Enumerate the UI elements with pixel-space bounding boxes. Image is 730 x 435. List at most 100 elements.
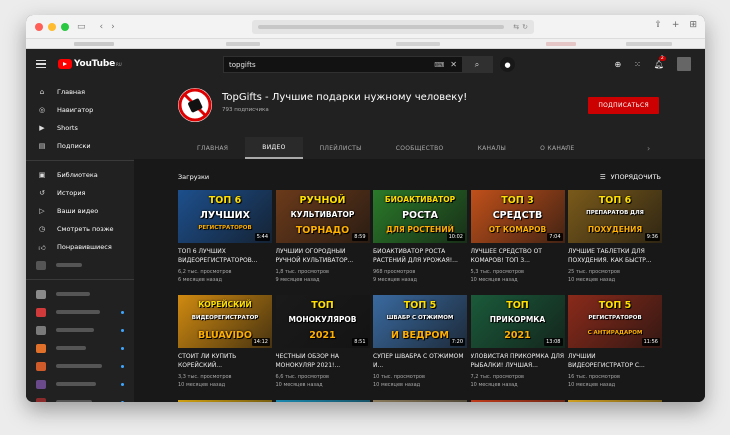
sidebar-item-your-videos[interactable]: ▷ Ваши видео bbox=[26, 202, 134, 220]
tab-3[interactable]: СООБЩЕСТВО bbox=[379, 137, 461, 159]
video-card[interactable]: ТОП 6 ЛУЧШИХ РЕГИСТРАТОРОВ 5:44 ТОП 6 ЛУЧШИХ… bbox=[178, 190, 272, 284]
video-title[interactable]: БИОАКТИВАТОР РОСТА РАСТЕНИЙ ДЛЯ УРОЖАЯ!.… bbox=[373, 248, 467, 265]
subscription-item[interactable] bbox=[26, 375, 134, 393]
video-title[interactable]: СТОИТ ЛИ КУПИТЬ КОРЕЙСКИЙ... bbox=[178, 353, 272, 370]
subscription-item[interactable] bbox=[26, 393, 134, 402]
share-icon[interactable]: ⇪ bbox=[654, 20, 662, 30]
video-card[interactable]: КОРЕЙСКИЙ ВИДЕОРЕГИСТРАТОР BLUAVIDO 14:12 СТ… bbox=[178, 295, 272, 389]
video-card[interactable]: ТОП 5 ШВАБР С ОТЖИМОМ И ВЕДРОМ 7:20 СУПЕР ШВ… bbox=[373, 295, 467, 389]
sort-button[interactable]: ☰ УПОРЯДОЧИТЬ bbox=[600, 173, 661, 181]
video-card[interactable]: ТОП 3 СРЕДСТВ ОТ КОМАРОВ 7:04 ЛУЧШЕЕ СРЕДСТВ… bbox=[470, 190, 565, 284]
create-video-icon[interactable]: ⊕ bbox=[614, 60, 621, 69]
voice-search-button[interactable]: ● bbox=[500, 57, 515, 72]
zoom-window-button[interactable] bbox=[61, 22, 69, 31]
sidebar-item-shorts[interactable]: ▶ Shorts bbox=[26, 119, 134, 137]
search-input[interactable]: topgifts ⌨ ✕ bbox=[224, 57, 462, 72]
video-title[interactable]: УЛОВИСТАЯ ПРИКОРМКА ДЛЯ РЫБАЛКИ! ЛУЧШАЯ.… bbox=[471, 353, 565, 370]
channel-avatar[interactable] bbox=[178, 88, 212, 122]
clear-search-icon[interactable]: ✕ bbox=[450, 60, 457, 69]
video-card[interactable]: ТОП 5 ЛУЧШИХВИДЕОРЕГИСТРАТОРОВ bbox=[568, 400, 662, 402]
favorite-item[interactable] bbox=[546, 42, 576, 46]
video-card[interactable]: ТОП МОНОКУЛЯРОВ 2021 8:51 ЧЕСТНЫЙ ОБЗОР НА М… bbox=[275, 295, 370, 389]
subscription-item[interactable] bbox=[26, 357, 134, 375]
subscription-item[interactable] bbox=[26, 339, 134, 357]
tab-2[interactable]: ПЛЕЙЛИСТЫ bbox=[303, 137, 379, 159]
channel-search-icon[interactable]: ⌕ bbox=[564, 143, 568, 153]
favorite-item[interactable] bbox=[74, 42, 114, 46]
favorite-item[interactable] bbox=[626, 42, 672, 46]
back-arrow-icon[interactable]: ‹ bbox=[100, 22, 104, 32]
tab-1[interactable]: ВИДЕО bbox=[245, 137, 303, 159]
video-thumbnail[interactable]: ТОП 5 ЛУЧШИХВИДЕОРЕГИСТРАТОРОВ bbox=[568, 400, 662, 402]
favorite-item[interactable] bbox=[396, 42, 440, 46]
keyboard-icon[interactable]: ⌨ bbox=[434, 61, 444, 69]
subscription-item[interactable] bbox=[26, 303, 134, 321]
sidebar-item-liked[interactable]: 👍︎ Понравившиеся bbox=[26, 238, 134, 256]
video-title[interactable]: ЛУЧШИЙ ВИДЕОРЕГИСТРАТОР С... bbox=[568, 353, 662, 370]
subscription-item[interactable] bbox=[26, 321, 134, 339]
youtube-logo[interactable]: YouTube RU bbox=[58, 59, 122, 69]
thumbnail-text: МОНОКУЛЯРОВ bbox=[288, 315, 357, 324]
subscription-item[interactable] bbox=[26, 285, 134, 303]
minimize-window-button[interactable] bbox=[48, 22, 56, 31]
video-thumbnail[interactable]: ТОП 6 ЛУЧШИХ РЕГИСТРАТОРОВ 5:44 bbox=[178, 190, 272, 243]
sidebar-item-home[interactable]: ⌂ Главная bbox=[26, 83, 134, 101]
video-thumbnail[interactable]: ТОП 6 ПРЕПАРАТОВ ДЛЯ ПОХУДЕНИЯ 9:36 bbox=[568, 190, 662, 243]
video-thumbnail[interactable]: ТОП 5 ШВАБР С ОТЖИМОМ И ВЕДРОМ 7:20 bbox=[373, 295, 467, 348]
video-title[interactable]: СУПЕР ШВАБРА С ОТЖИМОМ И... bbox=[373, 353, 467, 370]
sidebar-item-subscriptions[interactable]: ▤ Подписки bbox=[26, 137, 134, 155]
close-window-button[interactable] bbox=[35, 22, 43, 31]
sidebar-item-library[interactable]: ▣ Библиотека bbox=[26, 166, 134, 184]
tab-overview-icon[interactable]: ⊞ bbox=[689, 20, 697, 30]
video-card[interactable]: ЛУЧШИЕ bbox=[275, 400, 370, 402]
video-title[interactable]: ЛУЧШЕЕ СРЕДСТВО ОТ КОМАРОВ! ТОП 3... bbox=[471, 248, 565, 265]
video-thumbnail[interactable]: ТОП ПРИКОРМКА 2021 13:08 bbox=[470, 295, 565, 348]
menu-icon[interactable] bbox=[36, 59, 46, 69]
sidebar-toggle-icon[interactable]: ▭ bbox=[77, 22, 86, 32]
tab-0[interactable]: ГЛАВНАЯ bbox=[180, 137, 245, 159]
reload-icon[interactable]: ↻ bbox=[522, 23, 528, 31]
new-tab-icon[interactable]: + bbox=[672, 20, 680, 30]
subscription-name bbox=[56, 400, 92, 402]
forward-arrow-icon[interactable]: › bbox=[111, 22, 115, 32]
video-card[interactable]: ТОП 6 ПРЕПАРАТОВ ДЛЯ ПОХУДЕНИЯ 9:36 ЛУЧШИЕ Т… bbox=[568, 190, 662, 284]
video-thumbnail[interactable]: РУЧНОЙ КУЛЬТИВАТОР ТОРНАДО 8:59 bbox=[275, 190, 370, 243]
apps-icon[interactable]: ⁙ bbox=[634, 60, 641, 69]
search-button[interactable]: ⌕ bbox=[462, 57, 492, 72]
video-title[interactable]: ЛУЧШИЙ ОГОРОДНЫЙ РУЧНОЙ КУЛЬТИВАТОР... bbox=[276, 248, 370, 265]
video-thumbnail[interactable]: КОРЕЙСКИЙ ВИДЕОРЕГИСТРАТОР BLUAVIDO 14:12 bbox=[178, 295, 272, 348]
sidebar-item-compass[interactable]: ◎ Навигатор bbox=[26, 101, 134, 119]
video-card[interactable]: ТОП ПРИКОРМКА 2021 13:08 УЛОВИСТАЯ ПРИКОРМКА… bbox=[470, 295, 565, 389]
video-thumbnail[interactable]: ТОП 3 СРЕДСТВ ОТ КОМАРОВ 7:04 bbox=[470, 190, 565, 243]
video-title[interactable]: ТОП 6 ЛУЧШИХ ВИДЕОРЕГИСТРАТОРОВ... bbox=[178, 248, 272, 265]
address-bar[interactable]: ⇆ ↻ bbox=[252, 20, 534, 34]
subscribe-button[interactable]: ПОДПИСАТЬСЯ bbox=[588, 97, 659, 114]
tab-5[interactable]: О КАНАЛЕ bbox=[523, 137, 591, 159]
video-thumbnail[interactable]: БИОАКТИВАТОР РОСТА ДЛЯ РОСТЕНИЙ 10:02 bbox=[373, 190, 467, 243]
video-thumbnail[interactable] bbox=[470, 400, 565, 402]
video-thumbnail[interactable]: ЛУЧШИЕ bbox=[275, 400, 370, 402]
avatar[interactable] bbox=[677, 57, 691, 71]
favorite-item[interactable] bbox=[226, 42, 260, 46]
video-card[interactable]: РУЧНОЙ КУЛЬТИВАТОР ТОРНАДО 8:59 ЛУЧШИЙ ОГОРО… bbox=[275, 190, 370, 284]
video-title[interactable]: ЛУЧШИЕ ТАБЛЕТКИ ДЛЯ ПОХУДЕНИЯ. КАК БЫСТР… bbox=[568, 248, 662, 265]
video-card[interactable] bbox=[470, 400, 565, 402]
sidebar-item-watch-later[interactable]: ◷ Смотреть позже bbox=[26, 220, 134, 238]
video-thumbnail[interactable]: ТОП 10 bbox=[373, 400, 467, 402]
video-card[interactable]: РЕГИСТРАТОРЫ bbox=[178, 400, 272, 402]
tab-4[interactable]: КАНАЛЫ bbox=[461, 137, 524, 159]
sidebar-item-history[interactable]: ↺ История bbox=[26, 184, 134, 202]
subscription-avatar bbox=[36, 325, 46, 335]
chevron-right-icon[interactable]: › bbox=[647, 144, 650, 153]
video-card[interactable]: БИОАКТИВАТОР РОСТА ДЛЯ РОСТЕНИЙ 10:02 БИОАКТ… bbox=[373, 190, 467, 284]
translate-icon[interactable]: ⇆ bbox=[513, 23, 519, 31]
video-card[interactable]: ТОП 5 РЕГИСТРАТОРОВ С АНТИРАДАРОМ 11:56 ЛУЧШ… bbox=[568, 295, 662, 389]
video-card[interactable]: ТОП 10 bbox=[373, 400, 467, 402]
video-thumbnail[interactable]: РЕГИСТРАТОРЫ bbox=[178, 400, 272, 402]
uploads-header: Загрузки ☰ УПОРЯДОЧИТЬ bbox=[178, 173, 661, 181]
video-thumbnail[interactable]: ТОП 5 РЕГИСТРАТОРОВ С АНТИРАДАРОМ 11:56 bbox=[568, 295, 662, 348]
notifications-icon[interactable]: 🔔︎ 2 bbox=[654, 55, 666, 69]
video-thumbnail[interactable]: ТОП МОНОКУЛЯРОВ 2021 8:51 bbox=[275, 295, 370, 348]
video-title[interactable]: ЧЕСТНЫЙ ОБЗОР НА МОНОКУЛЯР 2021!... bbox=[276, 353, 370, 370]
sidebar-item-more[interactable] bbox=[26, 256, 134, 274]
